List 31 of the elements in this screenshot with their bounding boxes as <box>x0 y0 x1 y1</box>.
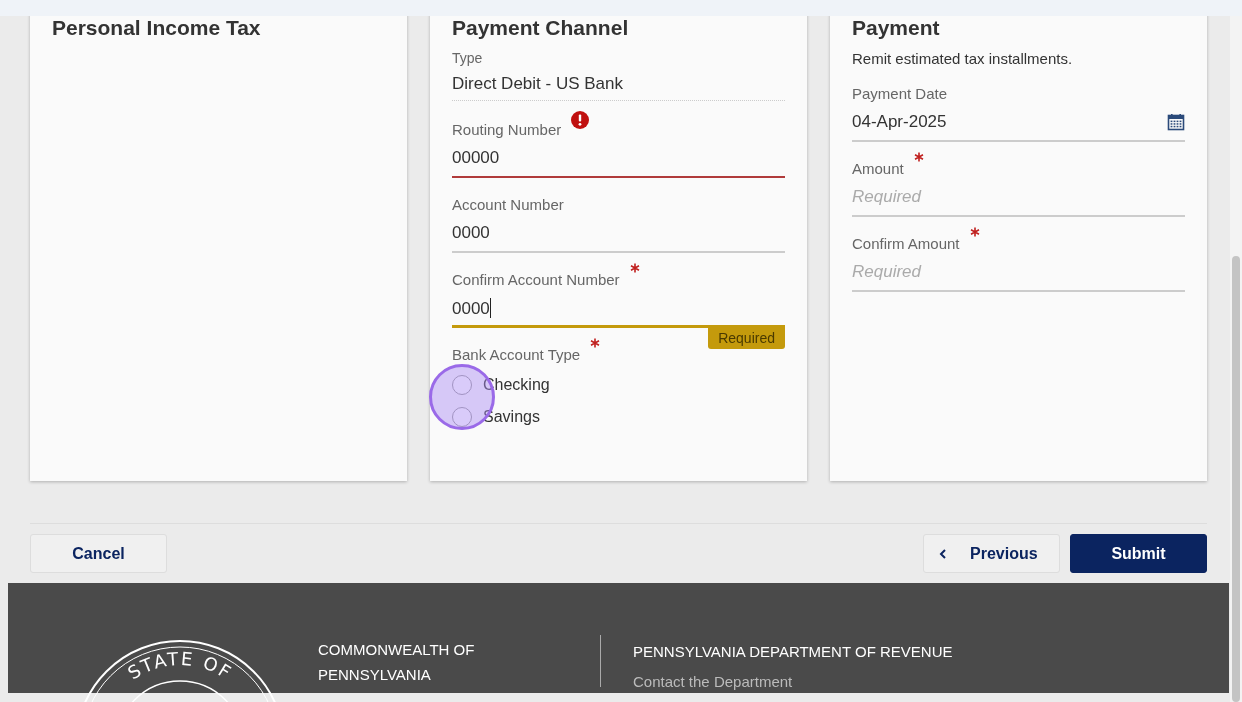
previous-button[interactable]: Previous <box>923 534 1060 573</box>
scrollbar[interactable] <box>1230 16 1242 702</box>
organization-name: COMMONWEALTH OF PENNSYLVANIA <box>318 640 476 685</box>
input-field[interactable]: 0000 <box>452 213 785 253</box>
input-field[interactable]: 00000 <box>452 138 785 178</box>
required-tooltip: Required <box>708 327 785 349</box>
field-value: Direct Debit - US Bank <box>452 66 785 101</box>
chevron-left-icon <box>938 547 948 560</box>
cancel-button[interactable]: Cancel <box>30 534 167 573</box>
date-field[interactable]: 04-Apr-2025 <box>852 102 1185 142</box>
field-label: Payment Date <box>852 85 948 102</box>
card-description: Remit estimated tax installments. <box>852 50 1074 67</box>
radio-button[interactable] <box>452 375 472 395</box>
card-title: Payment <box>852 16 941 40</box>
field-label: Bank Account Type <box>452 346 581 363</box>
scrollbar-thumb[interactable] <box>1232 256 1240 702</box>
contact-link[interactable]: Contact the Department <box>633 667 953 697</box>
submit-button[interactable]: Submit <box>1070 534 1207 573</box>
field-label: Account Number <box>452 196 564 213</box>
field-label: Type <box>452 50 484 66</box>
radio-button[interactable] <box>452 407 472 427</box>
card-title: Payment Channel <box>452 16 630 40</box>
card-title: Personal Income Tax <box>52 16 262 40</box>
field-label: Confirm Account Number <box>452 271 620 288</box>
field-label: Amount <box>852 160 904 177</box>
calendar-icon[interactable] <box>1167 113 1185 131</box>
field-label: Confirm Amount <box>852 235 960 252</box>
input-field[interactable]: Required <box>852 177 1185 217</box>
department-name: PENNSYLVANIA DEPARTMENT OF REVENUE <box>633 642 953 662</box>
input-field[interactable]: Required <box>852 252 1185 292</box>
field-label: Routing Number <box>452 121 562 138</box>
